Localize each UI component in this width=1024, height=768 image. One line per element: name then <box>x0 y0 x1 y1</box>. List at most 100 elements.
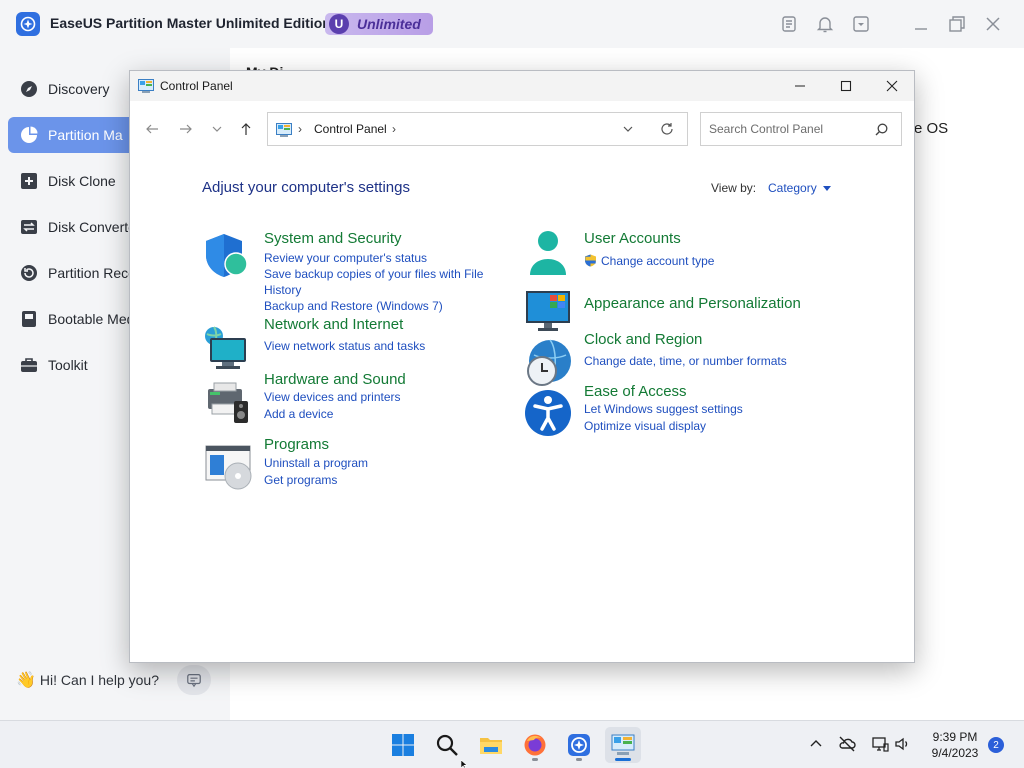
cp-minimize-button[interactable] <box>777 71 823 101</box>
sidebar-item-label: Discovery <box>48 81 110 97</box>
close-icon <box>886 80 898 92</box>
refresh-icon[interactable] <box>660 122 674 136</box>
taskbar-control-panel[interactable] <box>605 727 641 763</box>
back-button[interactable] <box>142 119 162 139</box>
notification-badge[interactable]: 2 <box>988 737 1004 753</box>
control-panel-icon <box>276 123 292 137</box>
breadcrumb-separator-icon[interactable]: › <box>392 122 396 136</box>
file-explorer-icon <box>480 738 502 754</box>
system-clock[interactable]: 9:39 PM 9/4/2023 <box>924 729 986 761</box>
category-title[interactable]: Hardware and Sound <box>264 371 406 388</box>
address-bar[interactable]: › Control Panel › <box>267 112 688 146</box>
category-network-internet: Network and Internet View network status… <box>204 316 504 369</box>
recent-locations-button[interactable] <box>207 119 227 139</box>
chevron-up-icon <box>810 740 822 747</box>
chat-button[interactable] <box>177 665 211 695</box>
taskbar-search-button[interactable] <box>429 727 465 763</box>
close-icon[interactable] <box>983 14 1003 34</box>
category-title[interactable]: Clock and Region <box>584 331 702 348</box>
category-title[interactable]: System and Security <box>264 230 402 247</box>
control-panel-window: Control Panel › Control Panel › Search C… <box>129 70 915 663</box>
category-title[interactable]: Network and Internet <box>264 316 403 333</box>
category-appearance-personalization: Appearance and Personalization <box>524 287 854 335</box>
forward-button[interactable] <box>176 119 196 139</box>
category-programs: Programs Uninstall a program Get program… <box>204 436 504 490</box>
taskbar-easeus[interactable] <box>561 727 597 763</box>
taskbar: 9:39 PM 9/4/2023 2 <box>0 720 1024 768</box>
network-icon[interactable] <box>871 735 889 753</box>
waving-hand-icon: 👋 <box>16 672 36 689</box>
category-link[interactable]: Optimize visual display <box>584 419 706 433</box>
chevron-down-icon[interactable] <box>622 123 634 135</box>
category-link[interactable]: View network status and tasks <box>264 339 425 353</box>
sidebar-item-label: Partition Reco <box>48 265 136 281</box>
running-indicator <box>576 758 582 761</box>
user-icon <box>530 231 566 275</box>
easeus-app-title: EaseUS Partition Master Unlimited Editio… <box>50 15 331 31</box>
search-input[interactable] <box>702 114 862 144</box>
help-text: Hi! Can I help you? <box>39 672 159 688</box>
printer-speaker-icon <box>208 382 248 423</box>
search-icon[interactable] <box>875 123 888 136</box>
unlimited-badge-letter: U <box>329 14 349 34</box>
category-link[interactable]: Save backup copies of your files with Fi… <box>264 266 494 298</box>
dropdown-menu-icon[interactable] <box>851 14 871 34</box>
category-title[interactable]: User Accounts <box>584 230 681 247</box>
taskbar-file-explorer[interactable] <box>473 727 509 763</box>
compass-icon <box>20 80 38 98</box>
minimize-icon[interactable] <box>911 14 931 34</box>
search-icon <box>436 734 458 756</box>
arrow-left-icon <box>146 124 158 134</box>
category-link[interactable]: Change account type <box>584 254 714 268</box>
shield-icon <box>206 234 248 277</box>
category-link[interactable]: Change date, time, or number formats <box>584 354 787 368</box>
cp-maximize-button[interactable] <box>823 71 869 101</box>
plus-square-icon <box>20 172 38 190</box>
easeus-icon <box>568 734 590 756</box>
category-link[interactable]: Let Windows suggest settings <box>584 402 743 416</box>
toolbox-icon <box>20 356 38 374</box>
category-link[interactable]: View devices and printers <box>264 390 401 404</box>
main-os-fragment: e OS <box>914 120 949 137</box>
pie-chart-icon <box>20 126 38 144</box>
category-link[interactable]: Backup and Restore (Windows 7) <box>264 299 443 313</box>
monitor-icon <box>526 291 570 331</box>
caret-down-icon <box>822 185 831 191</box>
minimize-icon <box>795 85 805 87</box>
chevron-down-icon <box>212 126 222 132</box>
restore-icon[interactable] <box>947 14 967 34</box>
category-link[interactable]: Review your computer's status <box>264 251 427 265</box>
help-prompt[interactable]: 👋 Hi! Can I help you? <box>16 670 159 690</box>
breadcrumb-control-panel[interactable]: Control Panel <box>314 122 387 136</box>
view-by-dropdown[interactable]: Category <box>768 181 831 195</box>
onedrive-offline-icon[interactable] <box>838 735 856 753</box>
category-title[interactable]: Ease of Access <box>584 383 687 400</box>
bell-icon[interactable] <box>815 14 835 34</box>
arrow-up-icon <box>241 123 251 135</box>
cp-close-button[interactable] <box>869 71 915 101</box>
show-hidden-icons-button[interactable] <box>807 735 825 753</box>
category-link[interactable]: Add a device <box>264 407 333 421</box>
category-clock-region: Clock and Region Change date, time, or n… <box>524 331 854 387</box>
breadcrumb-separator-icon[interactable]: › <box>298 122 302 136</box>
clock-time: 9:39 PM <box>932 730 978 744</box>
page-heading: Adjust your computer's settings <box>202 179 410 196</box>
unlimited-badge-text: Unlimited <box>357 16 421 32</box>
cp-content: Adjust your computer's settings View by:… <box>130 157 914 662</box>
category-title[interactable]: Programs <box>264 436 329 453</box>
taskbar-firefox[interactable] <box>517 727 553 763</box>
notes-icon[interactable] <box>779 14 799 34</box>
volume-icon[interactable] <box>894 735 912 753</box>
control-panel-icon <box>611 734 635 755</box>
sidebar-item-label: Disk Clone <box>48 173 116 189</box>
category-link[interactable]: Uninstall a program <box>264 456 368 470</box>
up-button[interactable] <box>236 119 256 139</box>
sidebar-item-label: Bootable Med <box>48 311 135 327</box>
view-by-value: Category <box>768 181 817 195</box>
start-button[interactable] <box>385 727 421 763</box>
chat-icon <box>187 674 201 688</box>
category-title[interactable]: Appearance and Personalization <box>584 295 801 312</box>
category-link[interactable]: Get programs <box>264 473 337 487</box>
category-link-text: Change account type <box>601 254 715 268</box>
category-user-accounts: User Accounts Change account type <box>524 229 854 279</box>
